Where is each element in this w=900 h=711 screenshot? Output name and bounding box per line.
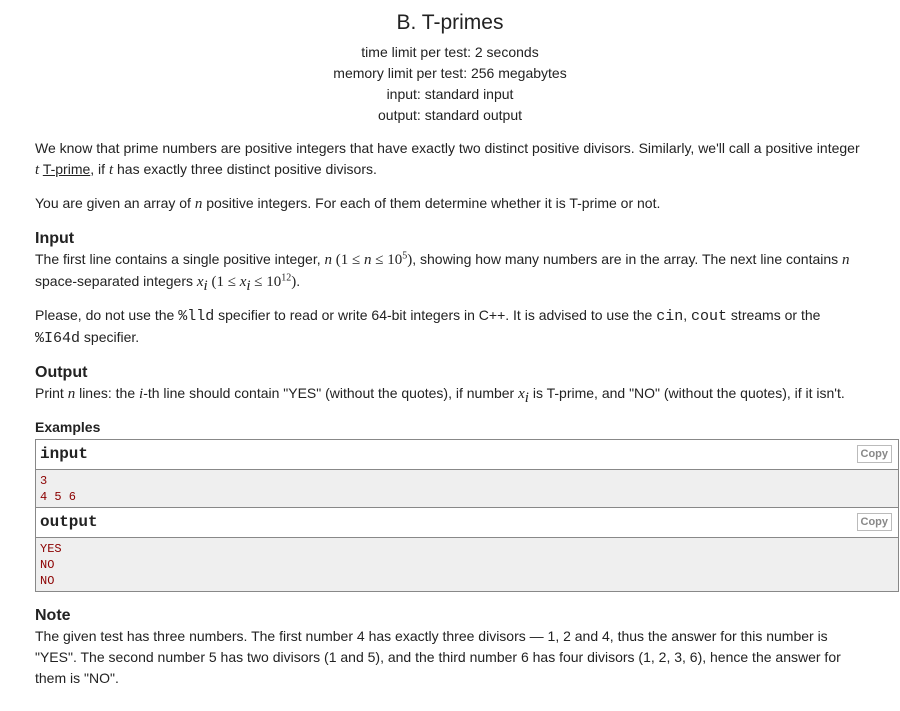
problem-title: B. T-primes [396,11,504,34]
problem-header: B. T-primes time limit per test: 2 secon… [35,0,865,126]
text: -th line should contain "YES" (without t… [143,385,519,401]
output-title: Output [35,364,88,381]
copy-input-button[interactable]: Copy [856,445,892,463]
math-var: x [518,386,525,402]
sample-test: input Copy 3 4 5 6 output Copy YES NO NO [35,439,899,592]
problem-statement: B. T-primes time limit per test: 2 secon… [0,0,900,689]
text: The first line contains a single positiv… [35,251,325,267]
output-sample-text: YES NO NO [36,538,898,591]
text: lines: the [75,385,140,401]
math-var: n [842,252,850,268]
text: Print [35,385,68,401]
text: , if [90,161,109,177]
input-specification: Input The first line contains a single p… [35,229,865,349]
output-paragraph: Print n lines: the i-th line should cont… [35,383,865,405]
text: You are given an array of [35,195,195,211]
text: specifier. [80,329,140,345]
text: space-separated integers [35,273,197,289]
note-text: The given test has three numbers. The fi… [35,628,841,686]
input-paragraph-1: The first line contains a single positiv… [35,249,865,293]
code: cout [691,308,728,325]
code: %I64d [35,330,81,347]
output-specification: Output Print n lines: the i-th line shou… [35,363,865,405]
text: , showing how many numbers are in the ar… [412,251,843,267]
time-limit: time limit per test: 2 seconds [361,44,539,60]
copy-output-button[interactable]: Copy [856,513,892,531]
code: cin [656,308,684,325]
text: . [296,273,301,289]
text: Please, do not use the [35,307,179,323]
math-var: x [196,274,204,290]
math-text: ≤ 10 [250,274,282,290]
math-var: t [35,162,40,178]
input-paragraph-2: Please, do not use the %lld specifier to… [35,305,865,349]
note-section: Note The given test has three numbers. T… [35,606,865,689]
note-title: Note [35,607,71,624]
input-file: input: standard input [386,86,514,102]
text: positive integers. For each of them dete… [202,195,661,211]
code: %lld [178,308,215,325]
t-prime-link[interactable]: T-prime [43,161,90,177]
memory-limit: memory limit per test: 256 megabytes [333,65,567,81]
output-file: output: standard output [378,107,522,123]
math-text: (1 ≤ [207,274,240,290]
examples-title: Examples [35,419,101,435]
math-var: n [324,252,333,268]
input-box-header: input Copy [36,440,898,470]
input-sample-text: 3 4 5 6 [36,470,898,507]
text: , [683,307,692,323]
math-text: (1 ≤ [332,252,364,268]
legend-paragraph-2: You are given an array of n positive int… [35,193,865,215]
math-text: ≤ 10 [371,252,403,268]
legend-paragraph-1: We know that prime numbers are positive … [35,138,865,181]
output-label: output [40,513,98,531]
math-exp: 12 [281,272,292,284]
text: is T-prime, and "NO" (without the quotes… [528,385,845,401]
input-title: Input [35,230,75,247]
text: We know that prime numbers are positive … [35,140,860,156]
output-box-header: output Copy [36,507,898,538]
text: has exactly three distinct positive divi… [113,161,377,177]
text: specifier to read or write 64-bit intege… [214,307,657,323]
text: streams or the [727,307,821,323]
input-label: input [40,445,89,463]
